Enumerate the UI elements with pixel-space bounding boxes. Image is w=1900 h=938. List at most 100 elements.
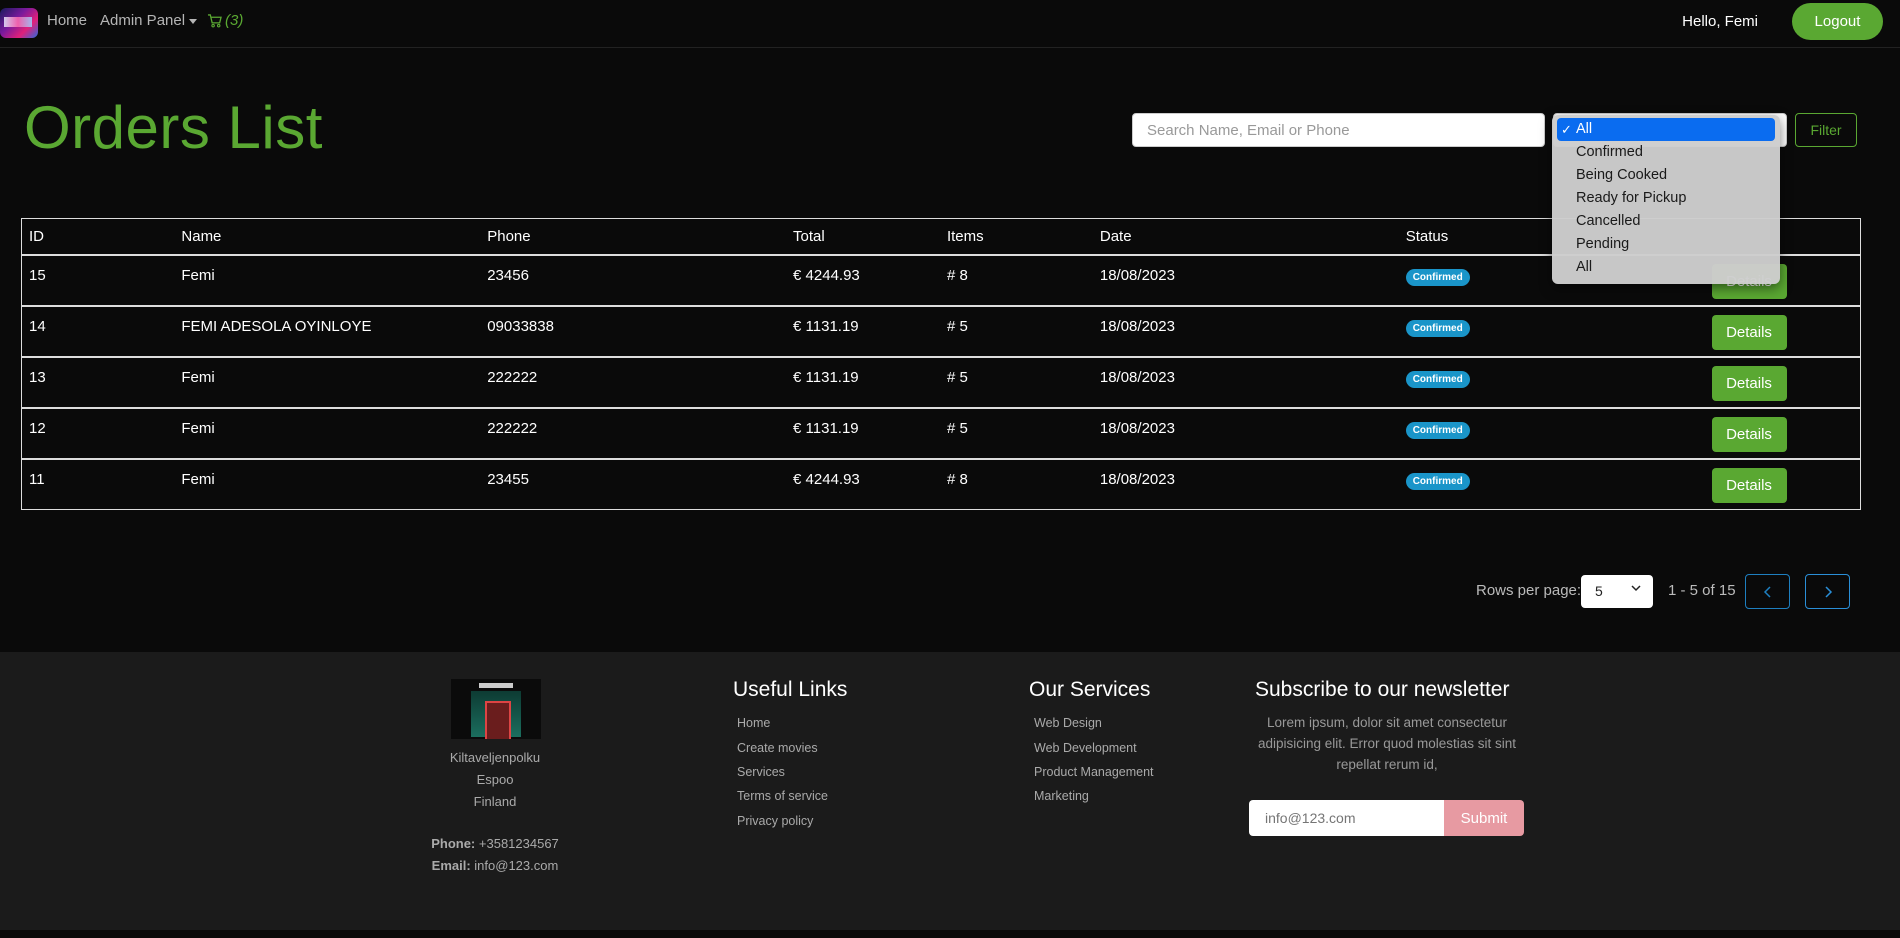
venue-door: [471, 691, 521, 739]
column-header-items: Items: [939, 218, 1093, 255]
cell-action: Details: [1704, 304, 1861, 357]
footer-link-create-movies[interactable]: Create movies: [737, 741, 818, 755]
newsletter-description: Lorem ipsum, dolor sit amet consectetur …: [1257, 715, 1517, 772]
cell-phone: 222222: [480, 355, 787, 408]
newsletter-email-input[interactable]: [1249, 800, 1444, 836]
cell-name: FEMI ADESOLA OYINLOYE: [174, 304, 481, 357]
cell-status: Confirmed: [1398, 457, 1705, 510]
cell-date: 18/08/2023: [1092, 406, 1399, 459]
useful-links-heading: Useful Links: [733, 678, 848, 701]
cell-total: € 4244.93: [786, 253, 940, 306]
dropdown-option-confirmed[interactable]: Confirmed: [1557, 141, 1775, 164]
logout-button[interactable]: Logout: [1792, 3, 1883, 40]
newsletter-submit-button[interactable]: Submit: [1444, 800, 1524, 836]
cell-name: Femi: [174, 355, 481, 408]
cell-status: Confirmed: [1398, 355, 1705, 408]
footer-link-privacy[interactable]: Privacy policy: [737, 814, 813, 828]
email-value: info@123.com: [474, 858, 559, 873]
cell-items: # 5: [939, 304, 1093, 357]
details-button[interactable]: Details: [1711, 416, 1787, 452]
previous-page-button[interactable]: [1745, 574, 1790, 609]
cart-icon: [207, 13, 222, 27]
cell-name: Femi: [174, 457, 481, 510]
admin-panel-label: Admin Panel: [100, 12, 186, 29]
footer-link-terms[interactable]: Terms of service: [737, 789, 828, 803]
next-page-button[interactable]: [1805, 574, 1850, 609]
cell-items: # 8: [939, 253, 1093, 306]
cell-items: # 8: [939, 457, 1093, 510]
filter-button[interactable]: Filter: [1795, 113, 1857, 147]
search-input[interactable]: [1132, 113, 1545, 147]
cell-action: Details: [1704, 406, 1861, 459]
cell-status: Confirmed: [1398, 406, 1705, 459]
phone-value: +3581234567: [478, 836, 559, 851]
footer-link-home[interactable]: Home: [737, 716, 770, 730]
phone-label: Phone:: [431, 836, 476, 851]
dropdown-option-ready-for-pickup[interactable]: Ready for Pickup: [1557, 187, 1775, 210]
column-header-id: ID: [21, 218, 175, 255]
footer-phone: Phone: +3581234567: [395, 836, 595, 851]
dropdown-option-all[interactable]: ✓ All: [1557, 118, 1775, 141]
service-web-development[interactable]: Web Development: [1034, 741, 1137, 755]
cell-total: € 1131.19: [786, 304, 940, 357]
cell-action: Details: [1704, 355, 1861, 408]
status-dropdown-menu: ✓ All Confirmed Being Cooked Ready for Pi…: [1552, 115, 1780, 284]
cell-id: 12: [21, 406, 175, 459]
dropdown-option-cancelled[interactable]: Cancelled: [1557, 210, 1775, 233]
rows-per-page-select[interactable]: 5: [1581, 575, 1653, 608]
table-row: 11 Femi 23455 € 4244.93 # 8 18/08/2023 C…: [21, 457, 1861, 510]
details-button[interactable]: Details: [1711, 467, 1787, 503]
cell-phone: 09033838: [480, 304, 787, 357]
cell-action: Details: [1704, 457, 1861, 510]
address-line-3: Finland: [473, 794, 517, 809]
brand-logo[interactable]: [0, 8, 38, 38]
table-row: 14 FEMI ADESOLA OYINLOYE 09033838 € 1131…: [21, 304, 1861, 357]
cell-phone: 23455: [480, 457, 787, 510]
footer-link-services[interactable]: Services: [737, 765, 785, 779]
service-product-management[interactable]: Product Management: [1034, 765, 1154, 779]
table-row: 12 Femi 222222 € 1131.19 # 5 18/08/2023 …: [21, 406, 1861, 459]
cart-count: (3): [225, 12, 244, 29]
status-badge: Confirmed: [1405, 319, 1470, 337]
rows-per-page-label: Rows per page:: [1476, 582, 1582, 599]
cell-total: € 4244.93: [786, 457, 940, 510]
column-header-phone: Phone: [480, 218, 787, 255]
our-services-heading: Our Services: [1029, 678, 1151, 701]
address-line-1: Kiltaveljenpolku: [449, 750, 541, 765]
cell-date: 18/08/2023: [1092, 253, 1399, 306]
dropdown-option-pending[interactable]: Pending: [1557, 233, 1775, 256]
newsletter-heading: Subscribe to our newsletter: [1255, 678, 1510, 701]
cell-phone: 23456: [480, 253, 787, 306]
cell-total: € 1131.19: [786, 355, 940, 408]
nav-home-link[interactable]: Home: [47, 12, 87, 29]
cell-name: Femi: [174, 253, 481, 306]
cell-name: Femi: [174, 406, 481, 459]
email-label: Email:: [431, 858, 471, 873]
cell-status: Confirmed: [1398, 304, 1705, 357]
details-button[interactable]: Details: [1711, 365, 1787, 401]
pagination-range: 1 - 5 of 15: [1668, 582, 1736, 599]
cell-date: 18/08/2023: [1092, 457, 1399, 510]
cell-date: 18/08/2023: [1092, 304, 1399, 357]
cell-date: 18/08/2023: [1092, 355, 1399, 408]
footer-email: Email: info@123.com: [395, 858, 595, 873]
address-line-2: Espoo: [476, 772, 514, 787]
dropdown-option-being-cooked[interactable]: Being Cooked: [1557, 164, 1775, 187]
chevron-right-icon: [1824, 585, 1832, 598]
nav-admin-panel-dropdown[interactable]: Admin Panel: [100, 12, 198, 29]
chevron-down-icon: [1631, 585, 1641, 592]
status-badge: Confirmed: [1405, 472, 1470, 490]
service-web-design[interactable]: Web Design: [1034, 716, 1102, 730]
venue-sign: [479, 683, 513, 688]
nav-cart-link[interactable]: (3): [207, 12, 243, 29]
service-marketing[interactable]: Marketing: [1034, 789, 1089, 803]
venue-image: [451, 679, 541, 739]
footer: [0, 652, 1900, 930]
details-button[interactable]: Details: [1711, 314, 1787, 350]
status-badge: Confirmed: [1405, 268, 1470, 286]
dropdown-option-all-bottom[interactable]: All: [1557, 256, 1775, 279]
caret-down-icon: [189, 18, 198, 24]
cell-total: € 1131.19: [786, 406, 940, 459]
page-title: Orders List: [24, 94, 323, 161]
cell-items: # 5: [939, 355, 1093, 408]
